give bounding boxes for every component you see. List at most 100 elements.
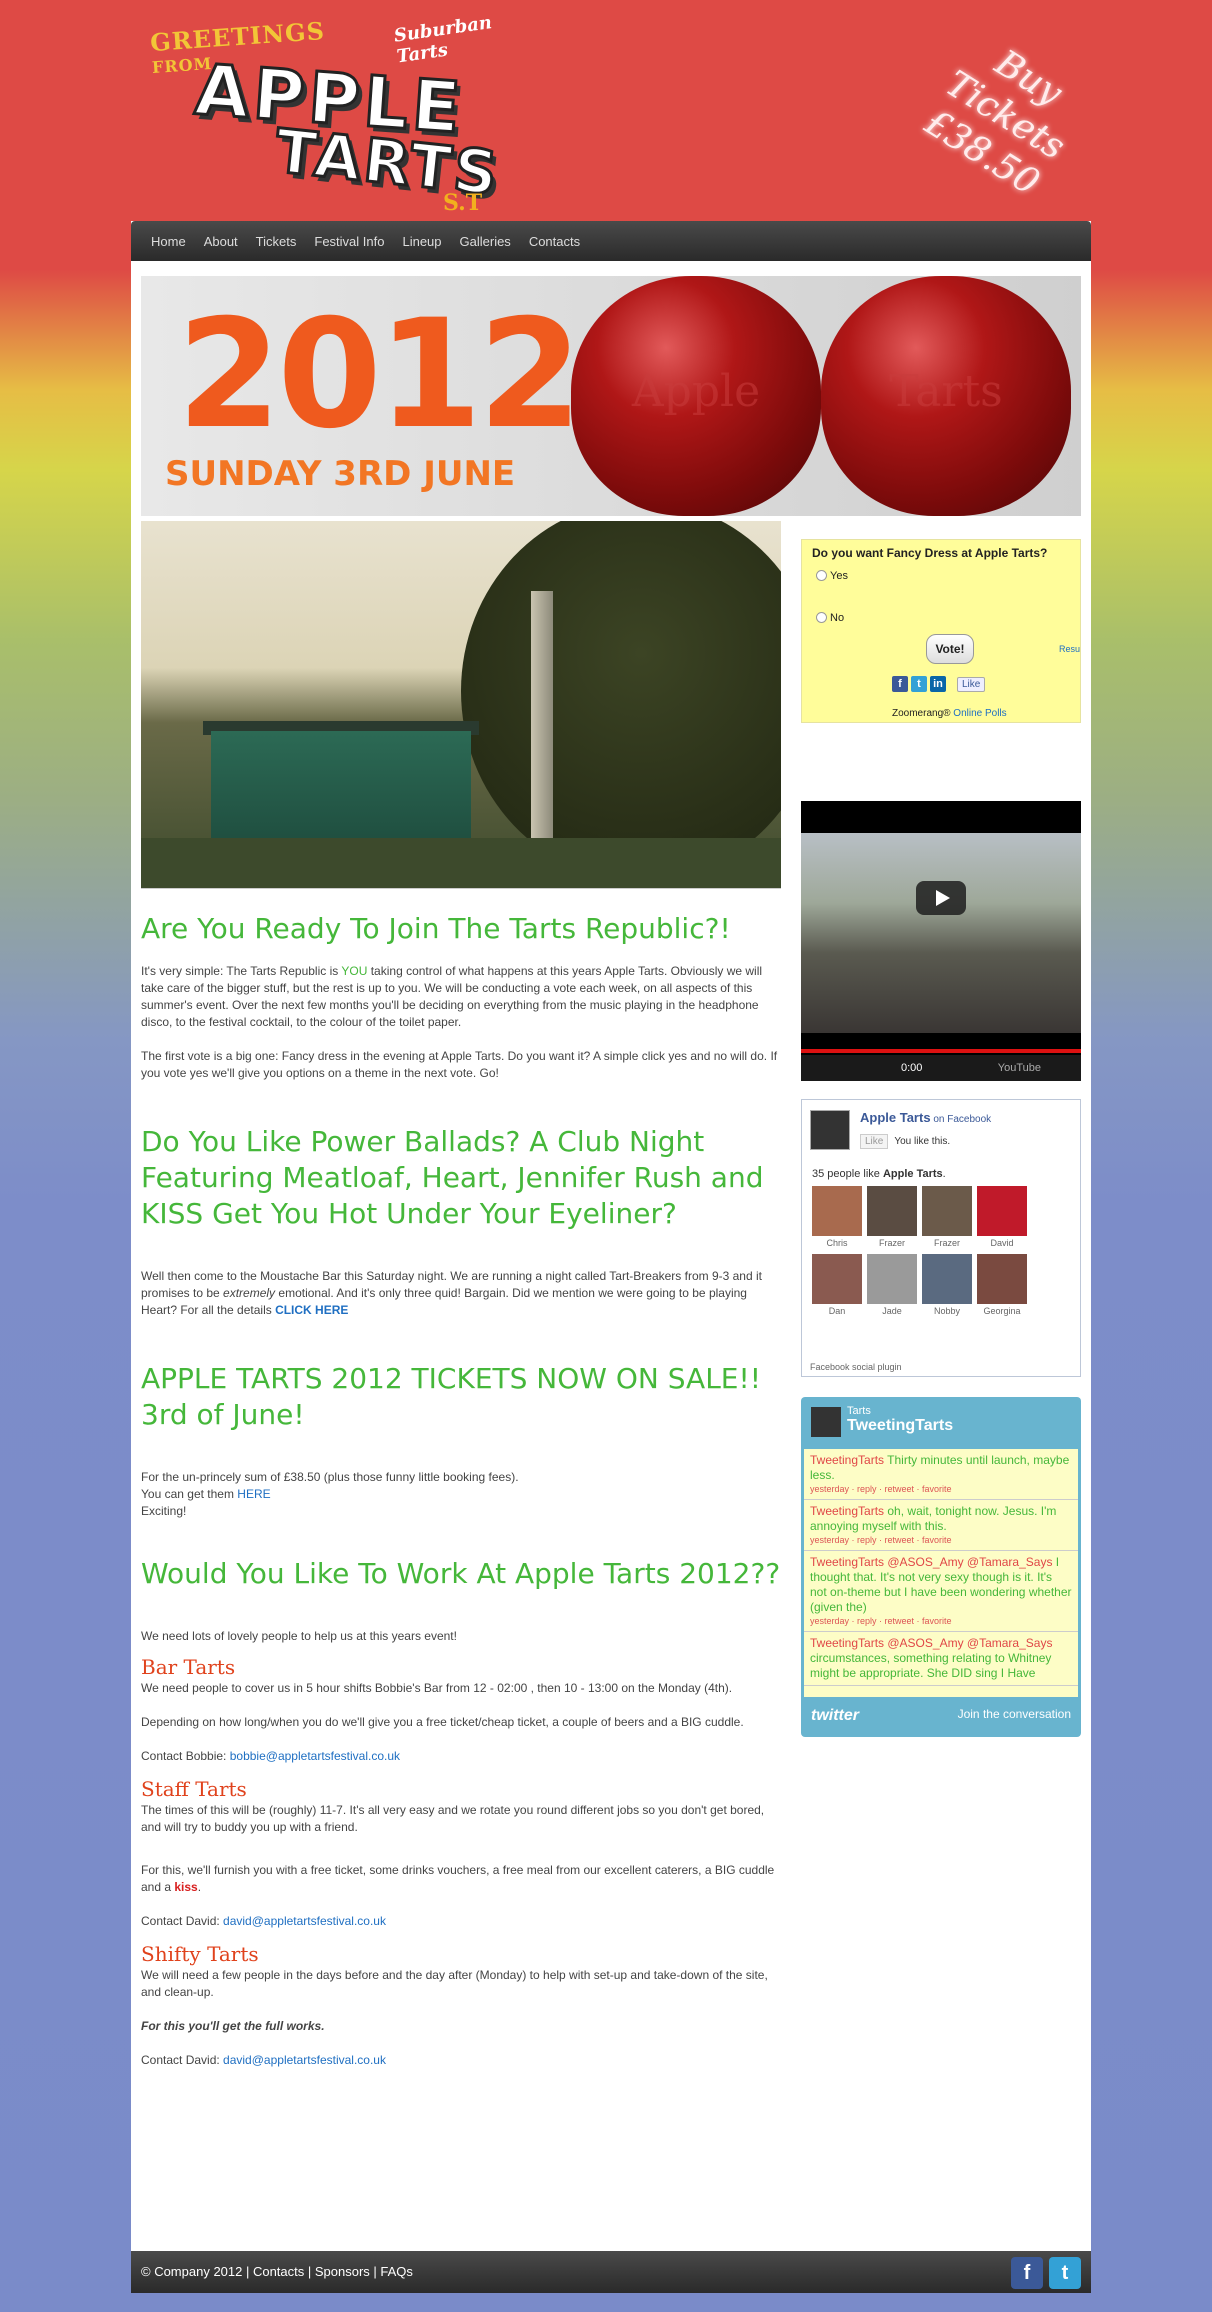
heading-shifty-tarts: Shifty Tarts <box>141 1942 259 1966</box>
fan-item[interactable]: Frazer <box>867 1186 917 1248</box>
tweet-item[interactable]: TweetingTarts Thirty minutes until launc… <box>804 1449 1078 1500</box>
heading-tarts-republic: Are You Ready To Join The Tarts Republic… <box>141 912 731 945</box>
twitter-icon[interactable]: t <box>1049 2257 1081 2289</box>
facebook-you-like: You like this. <box>894 1136 951 1147</box>
join-conversation-link[interactable]: Join the conversation <box>958 1707 1071 1725</box>
banner-year: 2012 <box>177 288 582 462</box>
site-footer: © Company 2012 | Contacts | Sponsors | F… <box>131 2251 1091 2293</box>
youtube-logo[interactable]: YouTube <box>998 1055 1041 1081</box>
facebook-like-count: 35 people like Apple Tarts. <box>812 1168 946 1180</box>
tweet-item[interactable]: TweetingTarts oh, wait, tonight now. Jes… <box>804 1500 1078 1551</box>
paragraph-bar-reward: Depending on how long/when you do we'll … <box>141 1715 744 1729</box>
shifty-contact: Contact David: david@appletartsfestival.… <box>141 2053 386 2067</box>
logo-suburban: Suburban Tarts <box>392 12 494 68</box>
tweet-item[interactable]: TweetingTarts @ASOS_Amy @Tamara_Says I t… <box>804 1551 1078 1632</box>
radio-no[interactable] <box>816 612 827 623</box>
twitter-footer: twitter Join the conversation <box>811 1707 1071 1725</box>
paragraph-first-vote: The first vote is a big one: Fancy dress… <box>141 1049 778 1080</box>
facebook-like-row: Like You like this. <box>860 1134 950 1149</box>
heading-staff-tarts: Staff Tarts <box>141 1777 247 1801</box>
video-progress-bar[interactable] <box>801 1049 1081 1053</box>
page-container: Home About Tickets Festival Info Lineup … <box>131 221 1091 2293</box>
paragraph-bar-shifts: We need people to cover us in 5 hour shi… <box>141 1681 733 1695</box>
david-email-link[interactable]: david@appletartsfestival.co.uk <box>223 1914 386 1928</box>
site-header: GREETINGS FROM Suburban Tarts APPLE TARTS… <box>0 0 1212 222</box>
fan-item[interactable]: Jade <box>867 1254 917 1316</box>
facebook-like-button[interactable]: Like <box>860 1134 889 1149</box>
photo-ground <box>141 838 781 888</box>
fan-item[interactable]: Georgina <box>977 1254 1027 1316</box>
logo-st: S.T <box>443 190 483 216</box>
twitter-logo[interactable]: twitter <box>811 1707 859 1725</box>
nav-home[interactable]: Home <box>151 234 186 249</box>
main-content: Are You Ready To Join The Tarts Republic… <box>141 521 781 2069</box>
nav-contacts[interactable]: Contacts <box>529 234 580 249</box>
nav-galleries[interactable]: Galleries <box>460 234 511 249</box>
buy-tickets-link[interactable]: Buy Tickets £38.50 <box>885 7 1125 225</box>
nav-tickets[interactable]: Tickets <box>256 234 297 249</box>
video-thumbnail <box>801 833 1081 1033</box>
paragraph-staff-times: The times of this will be (roughly) 11-7… <box>141 1803 765 1834</box>
fan-item[interactable]: Frazer <box>922 1186 972 1248</box>
hero-banner: 2012 SUNDAY 3RD JUNE Apple Tarts <box>141 276 1081 516</box>
paragraph-tickets: For the un-princely sum of £38.50 (plus … <box>141 1470 519 1518</box>
fancy-dress-poll: Do you want Fancy Dress at Apple Tarts? … <box>801 539 1081 723</box>
twitter-share-icon[interactable]: t <box>911 676 927 692</box>
apple-left-text: Apple <box>631 366 761 417</box>
poll-option-yes[interactable]: Yes <box>816 570 848 582</box>
nav-about[interactable]: About <box>204 234 238 249</box>
apple-tarts-logo[interactable]: GREETINGS FROM Suburban Tarts APPLE TARTS… <box>145 12 505 218</box>
main-nav: Home About Tickets Festival Info Lineup … <box>131 221 1091 261</box>
paragraph-shifty-help: We will need a few people in the days be… <box>141 1968 768 1999</box>
tweet-item[interactable]: TweetingTarts @ASOS_Amy @Tamara_Says cir… <box>804 1632 1078 1686</box>
vote-button[interactable]: Vote! <box>926 634 974 664</box>
radio-yes[interactable] <box>816 570 827 581</box>
facebook-icon[interactable]: f <box>1011 2257 1043 2289</box>
banner-date: SUNDAY 3RD JUNE <box>165 454 516 494</box>
poll-results-link[interactable]: Resu <box>1059 644 1080 654</box>
apple-image-left: Apple <box>571 276 821 516</box>
heading-power-ballads: Do You Like Power Ballads? A Club Night … <box>141 1125 764 1230</box>
zoomerang-credit: Zoomerang® Online Polls <box>892 708 1007 719</box>
click-here-link[interactable]: CLICK HERE <box>275 1303 348 1317</box>
youtube-video[interactable]: 0:00 YouTube <box>801 801 1081 1081</box>
paragraph-moustache-bar: Well then come to the Moustache Bar this… <box>141 1269 762 1317</box>
facebook-fans-grid: Chris Frazer Frazer David Dan Jade Nobby… <box>812 1186 1027 1316</box>
poll-question: Do you want Fancy Dress at Apple Tarts? <box>812 546 1048 560</box>
fan-item[interactable]: Dan <box>812 1254 862 1316</box>
facebook-plugin-credit: Facebook social plugin <box>810 1362 902 1372</box>
twitter-widget: Tarts TweetingTarts TweetingTarts Thirty… <box>801 1397 1081 1737</box>
fan-item[interactable]: Nobby <box>922 1254 972 1316</box>
facebook-share-icon[interactable]: f <box>892 676 908 692</box>
facebook-page-avatar[interactable] <box>810 1110 850 1150</box>
nav-lineup[interactable]: Lineup <box>402 234 441 249</box>
twitter-header[interactable]: Tarts TweetingTarts <box>811 1405 953 1435</box>
heading-work-at-apple-tarts: Would You Like To Work At Apple Tarts 20… <box>141 1557 781 1590</box>
apple-right-text: Tarts <box>889 366 1003 417</box>
heading-tickets-on-sale: APPLE TARTS 2012 TICKETS NOW ON SALE!! 3… <box>141 1362 761 1431</box>
fan-item[interactable]: Chris <box>812 1186 862 1248</box>
staff-contact: Contact David: david@appletartsfestival.… <box>141 1914 386 1928</box>
poll-share: f t in Like <box>892 676 986 692</box>
footer-social: f t <box>1011 2257 1081 2289</box>
fan-item[interactable]: David <box>977 1186 1027 1248</box>
bobbie-email-link[interactable]: bobbie@appletartsfestival.co.uk <box>230 1749 400 1763</box>
tickets-here-link[interactable]: HERE <box>237 1487 270 1501</box>
apple-image-right: Tarts <box>821 276 1071 516</box>
photo-tree <box>461 521 781 881</box>
facebook-page-title[interactable]: Apple Tarts on Facebook <box>860 1110 991 1125</box>
nav-festival-info[interactable]: Festival Info <box>314 234 384 249</box>
david-email-link-2[interactable]: david@appletartsfestival.co.uk <box>223 2053 386 2067</box>
play-icon[interactable] <box>916 881 966 915</box>
paragraph-tarts-republic: It's very simple: The Tarts Republic is … <box>141 964 763 1029</box>
heading-bar-tarts: Bar Tarts <box>141 1655 236 1679</box>
linkedin-share-icon[interactable]: in <box>930 676 946 692</box>
footer-text[interactable]: © Company 2012 | Contacts | Sponsors | F… <box>141 2264 413 2279</box>
paragraph-full-works: For this you'll get the full works. <box>141 2019 325 2033</box>
online-polls-link[interactable]: Online Polls <box>953 708 1006 719</box>
tweet-list[interactable]: TweetingTarts Thirty minutes until launc… <box>804 1449 1078 1697</box>
video-controls[interactable]: 0:00 YouTube <box>801 1055 1081 1081</box>
poll-option-no[interactable]: No <box>816 612 844 624</box>
sidebar: Do you want Fancy Dress at Apple Tarts? … <box>801 539 1081 1737</box>
poll-like-button[interactable]: Like <box>957 676 986 692</box>
